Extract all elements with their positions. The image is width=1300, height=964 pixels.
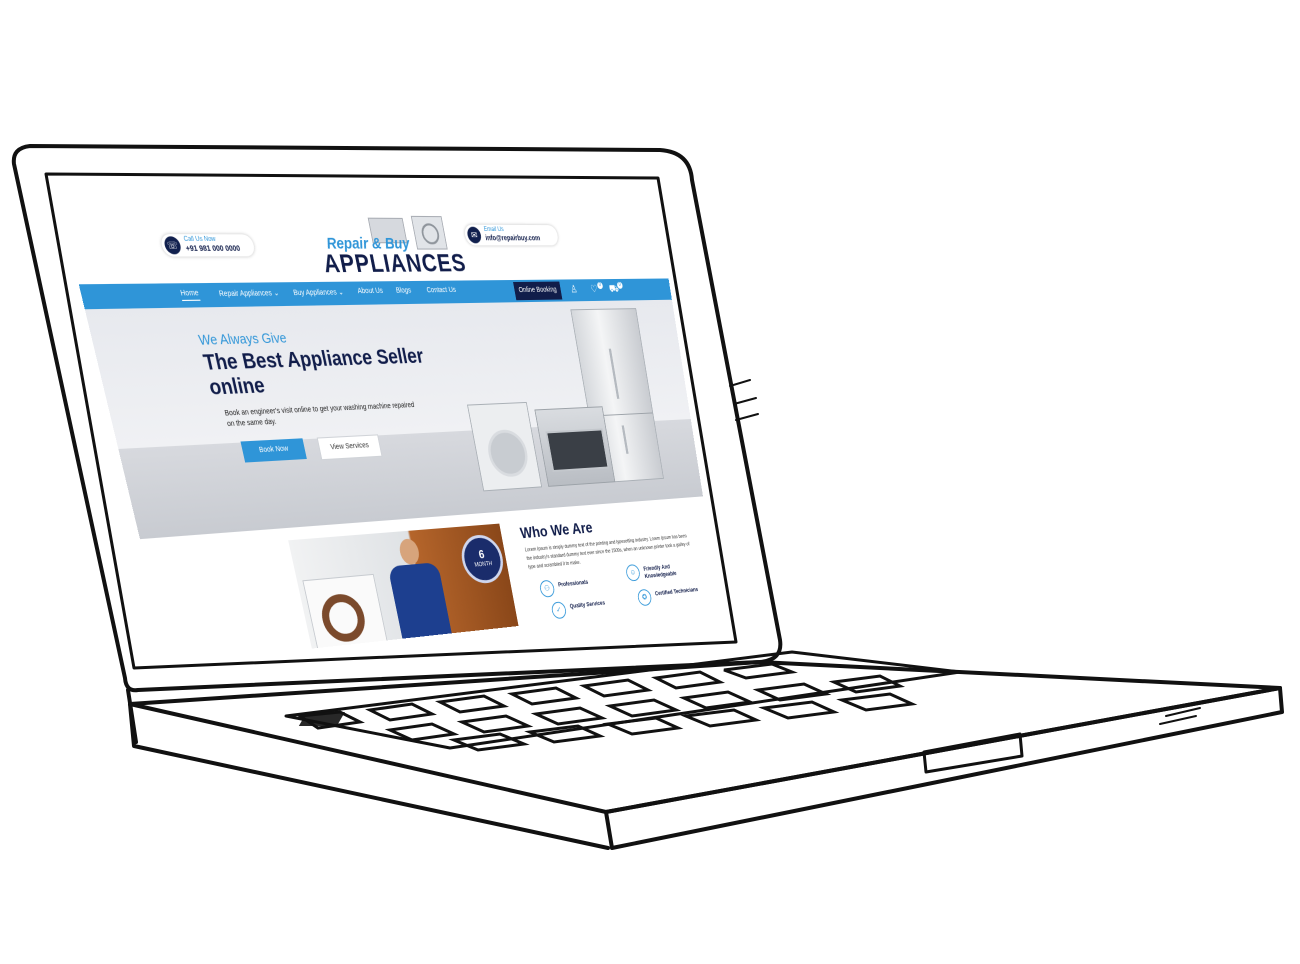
feature-label: Quality Services bbox=[569, 600, 606, 610]
nav-home[interactable]: Home bbox=[179, 289, 201, 302]
book-now-button[interactable]: Book Now bbox=[240, 438, 307, 463]
email-label: Email Us bbox=[483, 226, 505, 234]
mail-icon: ✉ bbox=[466, 226, 483, 244]
call-number[interactable]: +91 981 000 0000 bbox=[185, 245, 241, 253]
hero-title: The Best Appliance Seller online bbox=[201, 345, 426, 400]
nav-contact-us[interactable]: Contact Us bbox=[426, 287, 456, 295]
nav-buy-appliances[interactable]: Buy Appliances ⌄ bbox=[293, 288, 345, 297]
professionals-icon: ⚇ bbox=[538, 579, 556, 598]
hero-eyebrow: We Always Give bbox=[196, 329, 288, 349]
user-icon[interactable]: ♙ bbox=[567, 283, 580, 297]
call-label: Call Us Now bbox=[183, 236, 217, 244]
logo-washer-image bbox=[410, 215, 448, 250]
nav-about-us[interactable]: About Us bbox=[357, 288, 384, 296]
guarantee-badge: 6 MONTH bbox=[457, 533, 507, 585]
technician-figure bbox=[374, 536, 460, 639]
oven-image bbox=[534, 406, 616, 487]
view-services-button[interactable]: View Services bbox=[316, 434, 383, 461]
feature-friendly: ☺ Friendly And Knowledgeable bbox=[624, 561, 703, 582]
call-pill[interactable]: ☏ Call Us Now +91 981 000 0000 bbox=[159, 234, 257, 257]
certificate-icon: ✪ bbox=[636, 588, 653, 607]
phone-icon: ☏ bbox=[162, 236, 183, 255]
who-we-are-title: Who We Are bbox=[518, 520, 594, 543]
laptop-screen: ☏ Call Us Now +91 981 000 0000 Repair & … bbox=[60, 206, 721, 665]
feature-certified: ✪ Certified Technicians bbox=[636, 586, 706, 607]
feature-label: Professionals bbox=[557, 579, 589, 589]
feature-label: Friendly And Knowledgeable bbox=[643, 564, 678, 580]
nav-blogs[interactable]: Blogs bbox=[395, 287, 411, 294]
washing-machine-image bbox=[467, 401, 543, 492]
wishlist-count-badge: 0 bbox=[596, 282, 604, 290]
heart-icon[interactable]: ♡ 0 bbox=[588, 282, 604, 297]
handshake-icon: ☺ bbox=[624, 563, 641, 582]
nav-repair-appliances[interactable]: Repair Appliances ⌄ bbox=[218, 289, 280, 298]
hero-banner: We Always Give The Best Appliance Seller… bbox=[84, 299, 703, 540]
email-address[interactable]: info@repairbuy.com bbox=[485, 235, 541, 242]
feature-label: Certified Technicians bbox=[654, 587, 699, 598]
logo-line2: APPLIANCES bbox=[320, 249, 469, 279]
nav-buy-label: Buy Appliances bbox=[292, 289, 338, 298]
quality-icon: ✓ bbox=[550, 601, 568, 620]
site-logo[interactable]: Repair & Buy APPLIANCES bbox=[305, 215, 473, 279]
chevron-down-icon: ⌄ bbox=[337, 289, 345, 297]
washing-machine-photo bbox=[302, 573, 389, 649]
feature-quality: ✓ Quality Services bbox=[550, 599, 615, 620]
online-booking-button[interactable]: Online Booking bbox=[513, 281, 563, 301]
email-pill[interactable]: ✉ Email Us info@repairbuy.com bbox=[463, 224, 560, 246]
chevron-down-icon: ⌄ bbox=[272, 289, 280, 298]
hero-description: Book an engineer's visit online to get y… bbox=[224, 401, 416, 429]
feature-professionals: ⚇ Professionals bbox=[538, 577, 612, 598]
nav-repair-label: Repair Appliances bbox=[218, 289, 273, 299]
cart-count-badge: 0 bbox=[616, 281, 624, 289]
site-header: ☏ Call Us Now +91 981 000 0000 Repair & … bbox=[60, 206, 669, 285]
cart-icon[interactable]: ⛟ 0 bbox=[608, 281, 624, 297]
